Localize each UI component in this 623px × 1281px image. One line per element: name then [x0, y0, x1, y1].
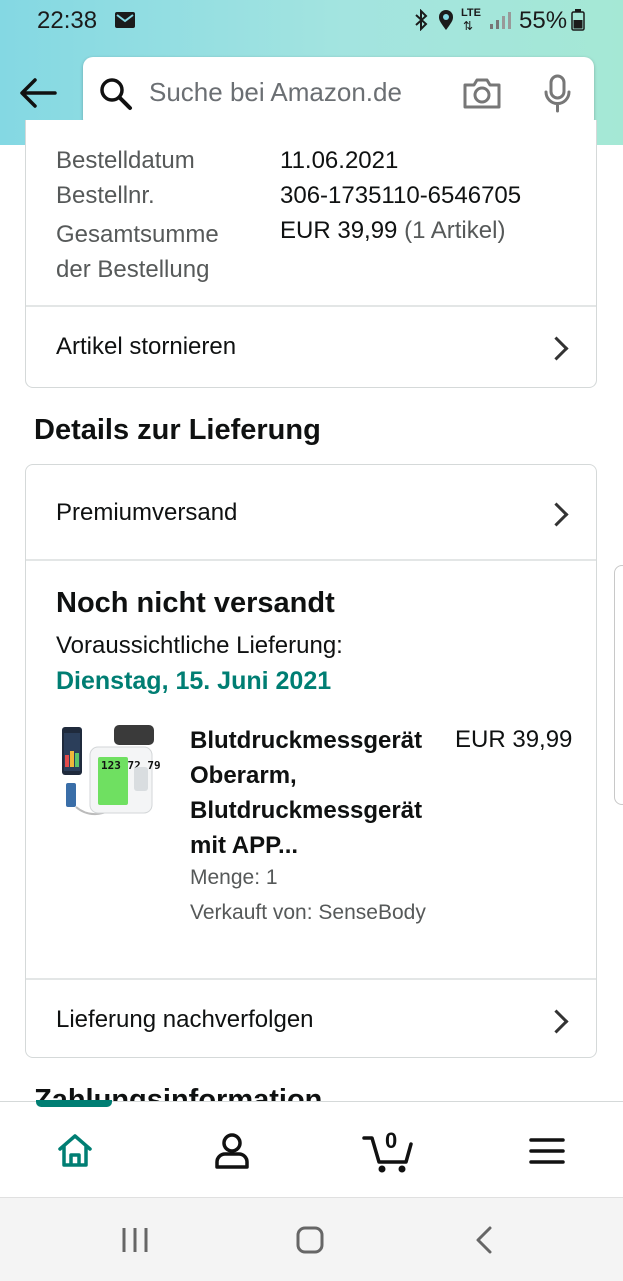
camera-icon[interactable] [462, 76, 502, 110]
status-time: 22:38 [37, 7, 98, 34]
data-arrows-icon: ⇅ [463, 19, 474, 33]
divider [26, 559, 596, 561]
back-arrow-icon[interactable] [19, 77, 57, 109]
product-title-line: mit APP... [190, 832, 299, 859]
expected-delivery-label: Voraussichtliche Lieferung: [56, 632, 343, 659]
product-title-link[interactable]: Blutdruckmessgerät Oberarm, Blutdruckmes… [190, 723, 444, 863]
recent-apps-icon[interactable] [121, 1226, 151, 1254]
home-icon[interactable] [56, 1132, 94, 1168]
product-image-reading: 123 72 79 [101, 759, 160, 772]
product-title-line: Blutdruckmessgerät [190, 797, 423, 824]
mail-icon [115, 12, 135, 28]
order-summary-card: Bestelldatum 11.06.2021 Bestellnr. 306-1… [25, 120, 597, 388]
expected-delivery-date: Dienstag, 15. Juni 2021 [56, 667, 332, 695]
shipping-method-row[interactable]: Premiumversand [26, 465, 596, 559]
product-seller: Verkauft von: SenseBody [190, 901, 426, 924]
order-date-value: 11.06.2021 [280, 147, 399, 174]
location-icon [439, 10, 453, 30]
product-title-line: Blutdruckmessgerät [190, 727, 423, 754]
battery-icon [571, 9, 585, 31]
system-navigation-bar [0, 1197, 623, 1281]
battery-percent: 55% [519, 7, 568, 34]
payment-section-title: Zahlungsinformation [34, 1084, 323, 1101]
cancel-item-row[interactable]: Artikel stornieren [26, 306, 596, 386]
cancel-item-label: Artikel stornieren [56, 333, 237, 360]
track-delivery-label: Lieferung nachverfolgen [56, 1006, 314, 1033]
network-label: LTE [461, 7, 481, 19]
product-title-line: Oberarm, [190, 762, 297, 789]
payment-section-title-wrapper: Zahlungsinformation [34, 1084, 534, 1101]
delivery-card: Premiumversand Noch nicht versandt Vorau… [25, 464, 597, 1058]
chevron-right-icon [544, 336, 569, 361]
chevron-right-icon [544, 1009, 569, 1034]
order-date-label: Bestelldatum [56, 147, 195, 174]
product-quantity: Menge: 1 [190, 866, 278, 889]
account-icon[interactable] [213, 1132, 251, 1170]
delivery-section-title: Details zur Lieferung [34, 414, 321, 446]
order-total-value: EUR 39,99 (1 Artikel) [280, 217, 505, 245]
search-icon [100, 78, 132, 110]
chevron-right-icon [544, 502, 569, 527]
order-number-label: Bestellnr. [56, 182, 155, 209]
order-number-value: 306-1735110-6546705 [280, 182, 522, 209]
signal-icon [490, 12, 511, 29]
menu-icon[interactable] [529, 1137, 565, 1165]
cart-count: 0 [385, 1128, 398, 1153]
track-delivery-row[interactable]: Lieferung nachverfolgen [26, 979, 596, 1057]
product-price: EUR 39,99 [455, 726, 573, 753]
bluetooth-icon [415, 9, 428, 31]
bottom-navigation: 0 [0, 1100, 623, 1198]
active-tab-indicator [36, 1100, 112, 1107]
order-total-note: (1 Artikel) [404, 217, 506, 244]
order-total-amount: EUR 39,99 [280, 217, 398, 244]
search-input[interactable]: Suche bei Amazon.de [149, 77, 402, 108]
system-back-icon[interactable] [474, 1225, 494, 1255]
mic-icon[interactable] [543, 74, 573, 114]
order-total-label: Gesamtsumme der Bestellung [56, 221, 219, 283]
scroll-handle[interactable] [614, 565, 623, 805]
home-circle-icon[interactable] [295, 1225, 325, 1255]
search-bar[interactable]: Suche bei Amazon.de [83, 57, 594, 129]
product-image[interactable]: 123 72 79 [60, 723, 160, 823]
shipping-method-label: Premiumversand [56, 499, 238, 526]
shipment-status: Noch nicht versandt [56, 587, 335, 619]
cart-button[interactable]: 0 [362, 1128, 414, 1174]
